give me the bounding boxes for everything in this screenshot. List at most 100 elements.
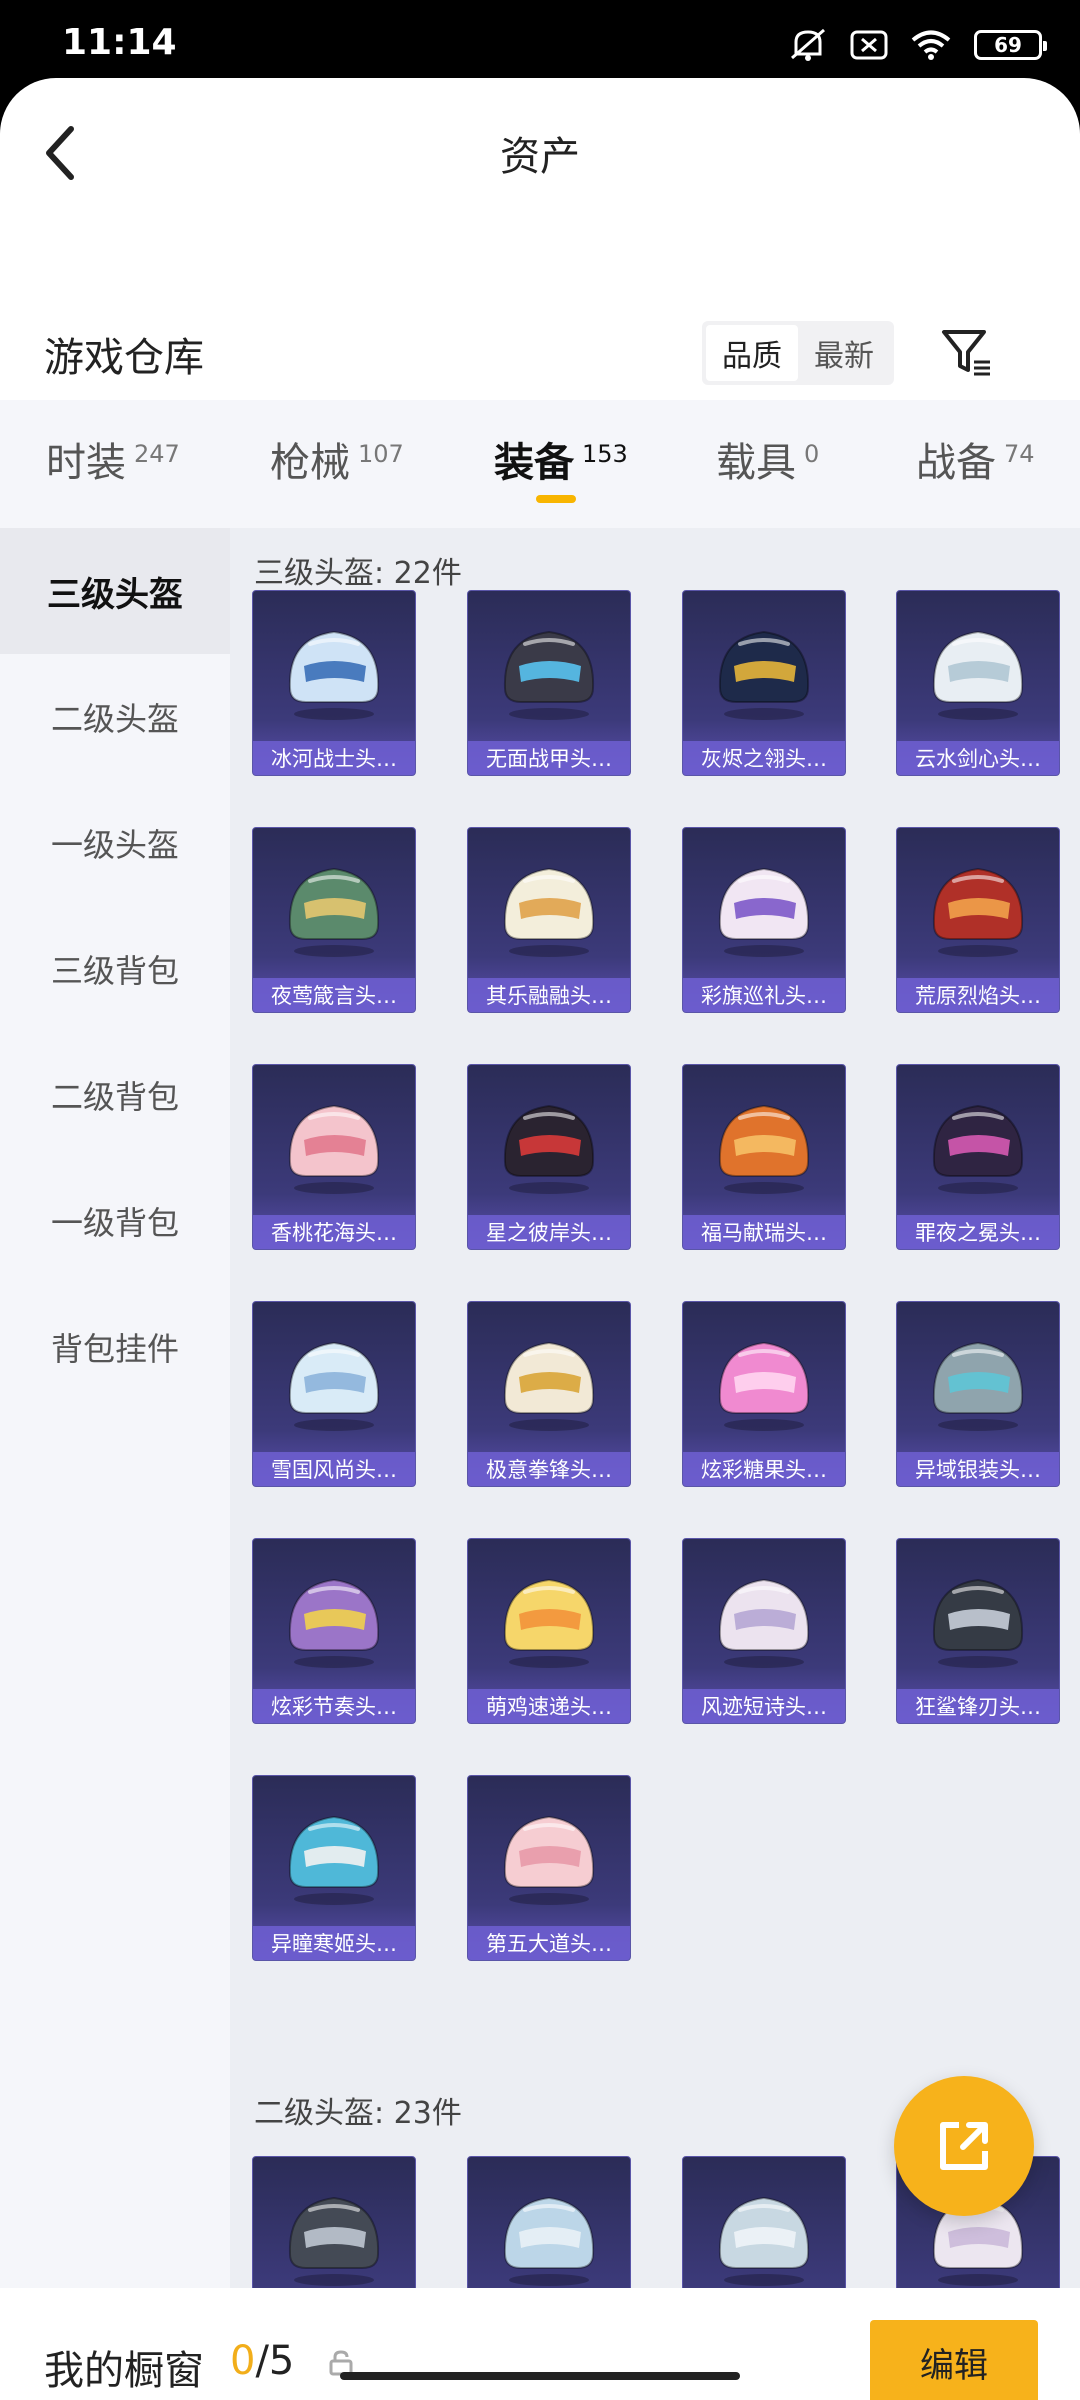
subcategory-item[interactable]: 背包挂件	[0, 1284, 230, 1410]
item-card[interactable]: 彩旗巡礼头…	[682, 827, 846, 1013]
helmet-icon	[683, 1071, 845, 1217]
item-name: 夜莺箴言头…	[253, 978, 415, 1012]
helmet-icon	[683, 1308, 845, 1454]
item-card[interactable]: 其乐融融头…	[467, 827, 631, 1013]
helmet-icon	[683, 1545, 845, 1691]
showcase-count: 0/5	[230, 2338, 294, 2384]
subcategory-item[interactable]: 二级背包	[0, 1032, 230, 1158]
item-grid: 三级头盔: 22件 二级头盔: 23件 冰河战士头… 无面战甲头… 灰烬之翎头… 云水…	[230, 528, 1080, 2342]
showcase-bar: 我的橱窗 0/5 编辑	[0, 2288, 1080, 2400]
item-name: 荒原烈焰头…	[897, 978, 1059, 1012]
item-name: 福马献瑞头…	[683, 1215, 845, 1249]
nav-bar: 资产	[0, 78, 1080, 228]
item-name: 风迹短诗头…	[683, 1689, 845, 1723]
showcase-total: /5	[255, 2338, 295, 2384]
item-name: 星之彼岸头…	[468, 1215, 630, 1249]
helmet-icon	[683, 597, 845, 743]
item-name: 无面战甲头…	[468, 741, 630, 775]
item-card[interactable]: 萌鸡速递头…	[467, 1538, 631, 1724]
asset-screen: 资产 游戏仓库 品质 最新 时装 247 枪械 107 装备 153 载具 0	[0, 78, 1080, 2400]
external-link-icon	[940, 2122, 988, 2170]
category-tabs: 时装 247 枪械 107 装备 153 载具 0 战备 74	[0, 400, 1080, 528]
item-card[interactable]: 炫彩节奏头…	[252, 1538, 416, 1724]
item-card[interactable]: 雪国风尚头…	[252, 1301, 416, 1487]
subcategory-item[interactable]: 三级背包	[0, 906, 230, 1032]
helmet-icon	[897, 834, 1059, 980]
tab-firearms[interactable]: 枪械 107	[270, 430, 404, 488]
status-bar: 11:14 69	[0, 0, 1080, 78]
tab-costume[interactable]: 时装 247	[46, 430, 180, 488]
item-card[interactable]: 极意拳锋头…	[467, 1301, 631, 1487]
item-card[interactable]: 灰烬之翎头…	[682, 590, 846, 776]
subcategory-item[interactable]: 一级背包	[0, 1158, 230, 1284]
helmet-icon	[468, 1308, 630, 1454]
item-card[interactable]: 云水剑心头…	[896, 590, 1060, 776]
helmet-icon	[253, 597, 415, 743]
item-name: 狂鲨锋刃头…	[897, 1689, 1059, 1723]
section-title: 三级头盔: 22件	[254, 556, 462, 591]
item-name: 炫彩糖果头…	[683, 1452, 845, 1486]
wifi-icon	[910, 29, 952, 61]
battery-icon: 69	[974, 30, 1047, 60]
helmet-icon	[253, 1308, 415, 1454]
item-card[interactable]: 炫彩糖果头…	[682, 1301, 846, 1487]
item-card[interactable]: 异域银装头…	[896, 1301, 1060, 1487]
page-title: 资产	[500, 134, 580, 180]
sort-by-quality[interactable]: 品质	[706, 325, 798, 381]
item-card[interactable]: 香桃花海头…	[252, 1064, 416, 1250]
item-name: 彩旗巡礼头…	[683, 978, 845, 1012]
item-card[interactable]: 荒原烈焰头…	[896, 827, 1060, 1013]
tab-vehicles[interactable]: 载具 0	[716, 430, 819, 488]
subcategory-item[interactable]: 三级头盔	[0, 528, 230, 654]
warehouse-header: 游戏仓库 品质 最新	[0, 293, 1080, 398]
subcategory-item[interactable]: 二级头盔	[0, 654, 230, 780]
item-card[interactable]: 第五大道头…	[467, 1775, 631, 1961]
item-name: 其乐融融头…	[468, 978, 630, 1012]
tab-combat-gear[interactable]: 战备 74	[916, 430, 1035, 488]
status-time: 11:14	[62, 22, 177, 63]
item-card[interactable]: 罪夜之冕头…	[896, 1064, 1060, 1250]
mute-icon	[788, 28, 828, 62]
helmet-icon	[897, 1308, 1059, 1454]
helmet-icon	[468, 834, 630, 980]
helmet-icon	[253, 1071, 415, 1217]
helmet-icon	[468, 597, 630, 743]
item-name: 异域银装头…	[897, 1452, 1059, 1486]
item-name: 冰河战士头…	[253, 741, 415, 775]
item-card[interactable]: 异瞳寒姬头…	[252, 1775, 416, 1961]
item-name: 极意拳锋头…	[468, 1452, 630, 1486]
sort-by-newest[interactable]: 最新	[798, 325, 890, 381]
item-card[interactable]: 福马献瑞头…	[682, 1064, 846, 1250]
item-card[interactable]: 星之彼岸头…	[467, 1064, 631, 1250]
item-name: 雪国风尚头…	[253, 1452, 415, 1486]
subcategory-item[interactable]: 一级头盔	[0, 780, 230, 906]
showcase-label: 我的橱窗	[44, 2348, 204, 2394]
item-name: 炫彩节奏头…	[253, 1689, 415, 1723]
item-card[interactable]: 夜莺箴言头…	[252, 827, 416, 1013]
share-fab[interactable]	[894, 2076, 1034, 2216]
item-name: 云水剑心头…	[897, 741, 1059, 775]
helmet-icon	[253, 1545, 415, 1691]
item-name: 罪夜之冕头…	[897, 1215, 1059, 1249]
home-indicator	[340, 2372, 740, 2380]
helmet-icon	[468, 1071, 630, 1217]
warehouse-title: 游戏仓库	[44, 335, 204, 381]
item-card[interactable]: 狂鲨锋刃头…	[896, 1538, 1060, 1724]
tab-equipment[interactable]: 装备 153	[494, 430, 628, 488]
sort-toggle: 品质 最新	[702, 321, 894, 385]
helmet-icon	[897, 597, 1059, 743]
edit-button[interactable]: 编辑	[870, 2320, 1038, 2400]
active-tab-indicator	[536, 495, 576, 503]
item-name: 萌鸡速递头…	[468, 1689, 630, 1723]
item-card[interactable]: 风迹短诗头…	[682, 1538, 846, 1724]
helmet-icon	[683, 834, 845, 980]
item-card[interactable]: 冰河战士头…	[252, 590, 416, 776]
item-name: 灰烬之翎头…	[683, 741, 845, 775]
status-icons: 69	[788, 28, 1047, 62]
no-signal-icon	[850, 29, 888, 61]
helmet-icon	[468, 1545, 630, 1691]
item-name: 异瞳寒姬头…	[253, 1926, 415, 1960]
item-card[interactable]: 无面战甲头…	[467, 590, 631, 776]
filter-button[interactable]	[938, 319, 998, 385]
subcategory-sidebar: 三级头盔 二级头盔 一级头盔 三级背包 二级背包 一级背包 背包挂件	[0, 528, 230, 2328]
